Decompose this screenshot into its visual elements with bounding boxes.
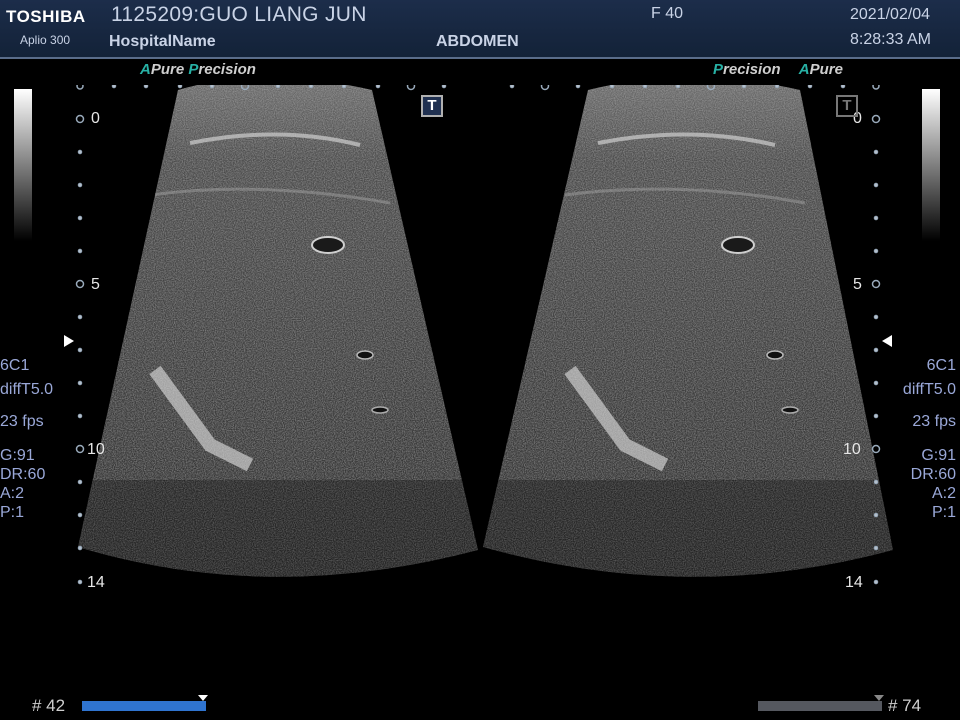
ultrasound-dual-view[interactable] <box>0 85 960 585</box>
exam-date: 2021/02/04 <box>850 6 931 23</box>
brand-logo: TOSHIBA <box>6 7 86 26</box>
dynamic-range-label: DR:60 <box>0 466 46 483</box>
grayscale-bar-left <box>14 89 32 241</box>
p-label: P:1 <box>931 504 956 521</box>
frame-rate-label: F 40 <box>651 5 684 22</box>
system-model: Aplio 300 <box>20 33 71 47</box>
depth-label-14-left: 14 <box>87 574 105 591</box>
depth-label-10-right: 10 <box>843 441 861 458</box>
depth-label-0-left: 0 <box>91 110 100 127</box>
t-marker-button-right[interactable]: T <box>836 95 858 117</box>
apure-precision-label-left: APure Precision <box>140 61 256 78</box>
hospital-name: HospitalName <box>109 33 216 50</box>
precision-apure-label-right: Precision APure <box>713 61 843 78</box>
mode-label: diffT5.0 <box>0 381 54 398</box>
grayscale-bar-right <box>922 89 940 241</box>
exam-preset: ABDOMEN <box>436 33 519 50</box>
depth-label-14-right: 14 <box>845 574 863 591</box>
depth-label-10-left: 10 <box>87 441 105 458</box>
cine-marker-right-icon[interactable] <box>874 695 884 701</box>
focus-marker-left-icon[interactable] <box>64 335 74 347</box>
ultrasound-image-right <box>483 85 893 577</box>
frame-number-right: # 74 <box>888 696 922 715</box>
probe-label: 6C1 <box>0 357 30 374</box>
focus-marker-right-icon[interactable] <box>882 335 892 347</box>
cine-marker-left-icon[interactable] <box>198 695 208 701</box>
p-label: P:1 <box>0 504 25 521</box>
mode-label: diffT5.0 <box>902 381 956 398</box>
right-param-block: 6C1 diffT5.0 23 fps G:91 DR:60 A:2 P:1 <box>903 356 956 522</box>
ultrasound-image-left <box>78 85 478 577</box>
a-label: A:2 <box>931 485 956 502</box>
gain-label: G:91 <box>921 447 956 464</box>
depth-scale-left <box>75 114 85 585</box>
cine-progress-left-fill <box>82 701 206 711</box>
cine-progress-left[interactable] <box>82 695 208 711</box>
gain-label: G:91 <box>0 447 35 464</box>
depth-label-5-right: 5 <box>853 276 862 293</box>
dynamic-range-label: DR:60 <box>910 466 956 483</box>
probe-label: 6C1 <box>926 357 956 374</box>
header-bar: TOSHIBA Aplio 300 1125209:GUO LIANG JUN … <box>0 0 960 59</box>
t-marker-button-left[interactable]: T <box>421 95 443 117</box>
frame-number-left: # 42 <box>32 696 66 715</box>
cine-progress-right[interactable] <box>758 695 884 711</box>
exam-time: 8:28:33 AM <box>850 31 931 48</box>
fps-label: 23 fps <box>912 413 956 430</box>
a-label: A:2 <box>0 485 25 502</box>
left-param-block: 6C1 diffT5.0 23 fps G:91 DR:60 A:2 P:1 <box>0 356 53 522</box>
depth-scale-right <box>871 114 881 585</box>
fps-label: 23 fps <box>0 413 44 430</box>
cine-progress-right-fill <box>758 701 882 711</box>
lateral-scale-top-left <box>76 85 447 91</box>
depth-label-5-left: 5 <box>91 276 100 293</box>
lateral-scale-top-right <box>509 85 880 91</box>
patient-id-name: 1125209:GUO LIANG JUN <box>111 3 367 26</box>
